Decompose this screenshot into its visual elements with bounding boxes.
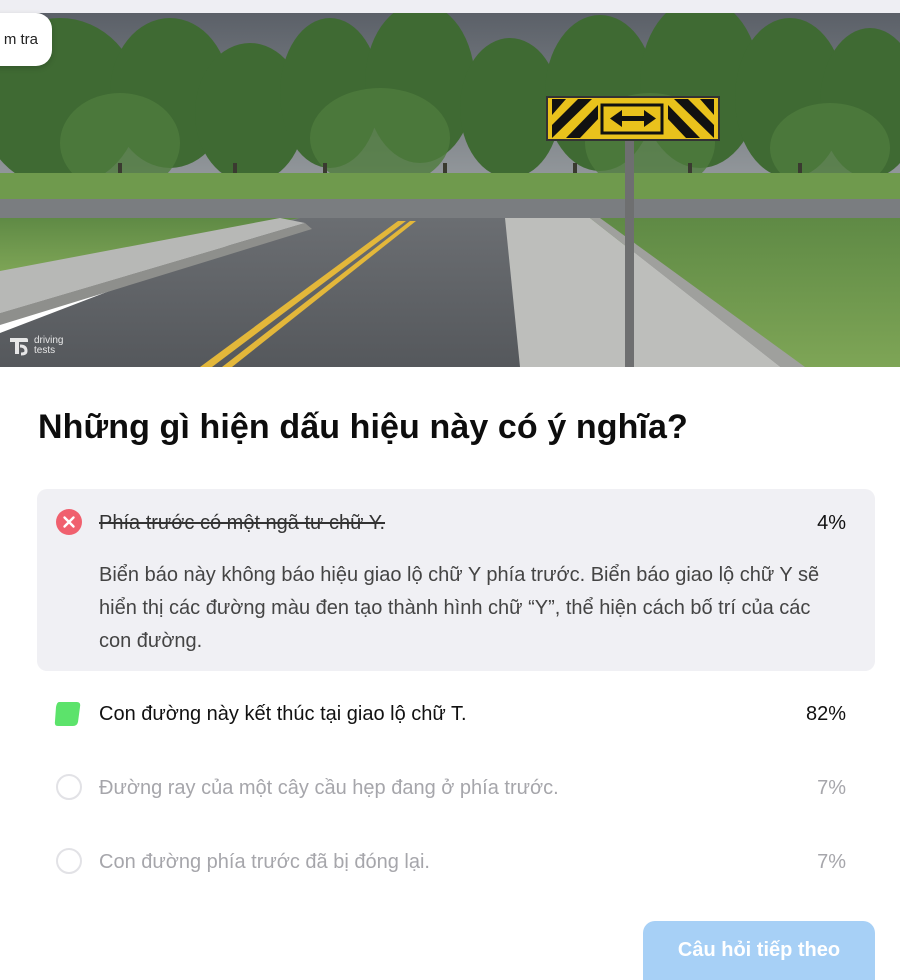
wrong-x-icon xyxy=(56,509,82,535)
answer-option-3[interactable]: Đường ray của một cây cầu hẹp đang ở phí… xyxy=(37,754,875,820)
answer-option-1[interactable]: Phía trước có một ngã tư chữ Y. 4% Biển … xyxy=(37,489,875,671)
correct-check-icon xyxy=(54,702,81,726)
answer-text: Phía trước có một ngã tư chữ Y. xyxy=(99,512,386,534)
question-image xyxy=(0,13,900,367)
answer-option-2[interactable]: Con đường này kết thúc tại giao lộ chữ T… xyxy=(37,680,875,746)
answer-text: Con đường này kết thúc tại giao lộ chữ T… xyxy=(99,703,467,725)
driving-tests-logo-icon xyxy=(10,338,28,356)
answer-text: Đường ray của một cây cầu hẹp đang ở phí… xyxy=(99,777,559,799)
answer-percent: 82% xyxy=(805,703,846,725)
question-title: Những gì hiện dấu hiệu này có ý nghĩa? xyxy=(38,408,688,446)
watermark-text: driving tests xyxy=(34,335,64,356)
watermark: driving tests xyxy=(8,336,74,356)
back-button-label: m tra xyxy=(3,31,38,48)
next-question-button[interactable]: Câu hỏi tiếp theo xyxy=(643,921,875,980)
answer-explanation: Biển báo này không báo hiệu giao lộ chữ … xyxy=(99,564,820,652)
answer-percent: 7% xyxy=(817,777,846,799)
road-scene-illustration xyxy=(0,13,900,367)
top-strip xyxy=(0,0,900,13)
answer-percent: 7% xyxy=(817,851,846,873)
radio-circle-icon xyxy=(56,774,82,800)
answer-percent: 4% xyxy=(817,512,846,534)
back-button[interactable]: m tra xyxy=(0,13,52,66)
answer-text: Con đường phía trước đã bị đóng lại. xyxy=(99,851,430,873)
radio-circle-icon xyxy=(56,848,82,874)
answer-option-4[interactable]: Con đường phía trước đã bị đóng lại. 7% xyxy=(37,828,875,894)
